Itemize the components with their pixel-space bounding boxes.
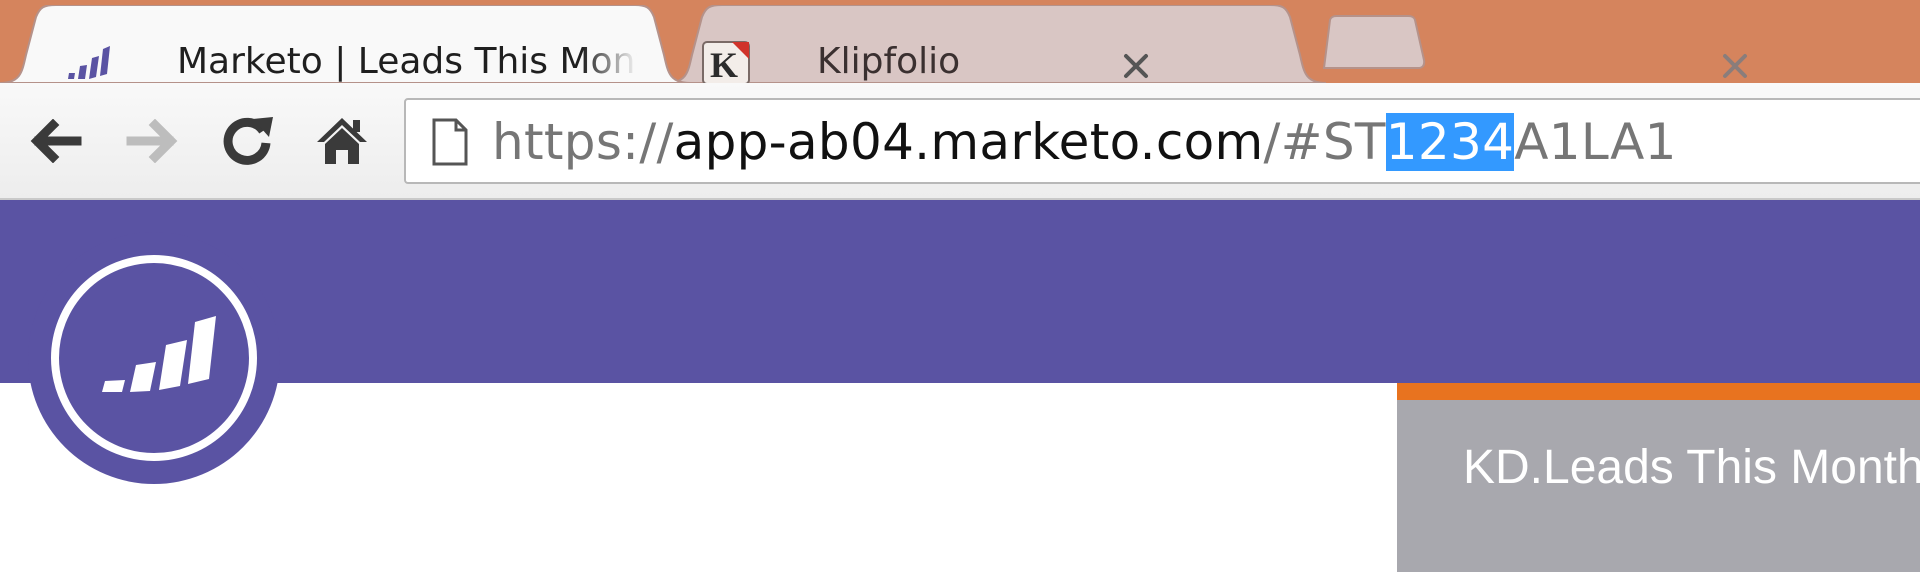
url-scheme: https:// [492,113,674,171]
browser-window: K Klipfolio Marketo | Leads This Month h… [0,0,1920,572]
home-icon[interactable] [310,109,374,173]
address-bar[interactable]: https://app-ab04.marketo.com/#ST1234A1LA… [404,98,1920,184]
tab-klipfolio[interactable]: K Klipfolio [666,5,1747,83]
tab-title: Klipfolio [817,41,961,82]
url-selected-text: 1234 [1385,113,1515,171]
browser-toolbar: https://app-ab04.marketo.com/#ST1234A1LA… [0,83,1920,200]
url-path-suffix: A1LA1 [1514,113,1677,171]
panel-title: KD.Leads This Month [1463,441,1920,494]
tab-title: Marketo | Leads This Month [177,41,637,82]
back-arrow-icon[interactable] [24,109,88,173]
url-path-prefix: /#ST [1263,113,1386,171]
marketo-logo[interactable] [28,232,280,484]
marketo-header [0,200,1920,383]
svg-text:K: K [710,45,738,83]
url-host: app-ab04.marketo.com [673,113,1264,171]
reload-icon[interactable] [215,109,279,173]
close-tab-icon[interactable] [1117,47,1155,83]
report-panel: KD.Leads This Month [1397,383,1920,572]
page-icon [432,118,468,166]
logo-ring [51,255,257,461]
url-text[interactable]: https://app-ab04.marketo.com/#ST1234A1LA… [492,112,1677,172]
marketo-bars-icon [64,42,112,83]
tab-marketo[interactable]: Marketo | Leads This Month [0,5,1148,83]
forward-arrow-icon[interactable] [120,109,184,173]
klipfolio-k-icon: K [702,41,750,83]
marketo-bars-icon [102,316,216,392]
tab-strip: K Klipfolio Marketo | Leads This Month [0,0,1920,83]
close-tab-icon[interactable] [1716,47,1754,83]
new-tab-button[interactable] [1320,14,1428,72]
